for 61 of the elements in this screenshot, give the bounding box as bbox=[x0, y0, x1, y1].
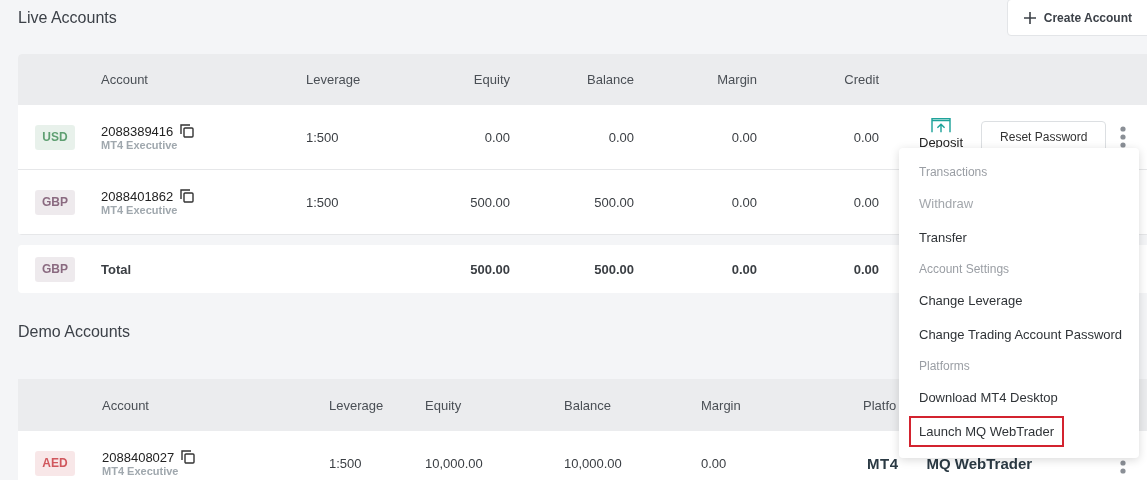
column-header: Equity bbox=[473, 72, 510, 87]
deposit-button[interactable]: Deposit bbox=[919, 116, 964, 150]
currency-badge: GBP bbox=[35, 256, 75, 282]
column-header: Margin bbox=[701, 397, 741, 413]
account-type: MT4 Executive bbox=[102, 464, 180, 477]
table-cell-text: 500.00 bbox=[593, 194, 634, 210]
webtrader-link[interactable]: MQ WebTrader bbox=[926, 454, 1033, 472]
table-cell-text: 1:500 bbox=[329, 455, 363, 471]
column-header: Credit bbox=[844, 72, 879, 87]
currency-badge: AED bbox=[35, 450, 75, 476]
menu-group-label: Platforms bbox=[919, 358, 970, 373]
section-title: Demo Accounts bbox=[18, 323, 131, 341]
table-cell-text: 0.00 bbox=[852, 261, 879, 277]
column-header: Account bbox=[102, 397, 149, 413]
total-label: Total bbox=[101, 261, 133, 277]
table-cell-text: 0.00 bbox=[852, 129, 879, 145]
table-cell-text: 0.00 bbox=[607, 129, 634, 145]
section-title: Live Accounts bbox=[18, 9, 117, 27]
menu-item[interactable]: Change Leverage bbox=[909, 284, 1033, 316]
upload-icon bbox=[930, 116, 953, 135]
account-type: MT4 Executive bbox=[101, 203, 179, 216]
menu-group-label: Transactions bbox=[919, 164, 988, 179]
account-number: 2088389416 bbox=[101, 123, 174, 139]
column-header: Balance bbox=[587, 72, 634, 87]
currency-badge: USD bbox=[35, 124, 75, 150]
table-cell-text: 1:500 bbox=[306, 194, 340, 210]
column-header: Platfo bbox=[863, 397, 897, 413]
table-cell-text: 0.00 bbox=[730, 129, 757, 145]
plus-icon bbox=[1023, 11, 1036, 24]
table-cell-text: 0.00 bbox=[852, 194, 879, 210]
copy-icon[interactable] bbox=[181, 450, 196, 464]
table-cell-text: 500.00 bbox=[593, 261, 634, 277]
column-header: Leverage bbox=[306, 72, 361, 87]
menu-group-label: Account Settings bbox=[919, 261, 1010, 276]
table-cell-text: 1:500 bbox=[306, 129, 340, 145]
more-icon[interactable] bbox=[1120, 126, 1127, 148]
table-cell-text: 10,000.00 bbox=[425, 455, 484, 471]
menu-item[interactable]: Transfer bbox=[909, 221, 977, 253]
table-cell-text: 500.00 bbox=[469, 194, 510, 210]
copy-icon[interactable] bbox=[180, 189, 195, 203]
column-header: Account bbox=[101, 72, 148, 87]
table-cell-text: 0.00 bbox=[730, 194, 757, 210]
table-cell-text: 0.00 bbox=[701, 455, 728, 471]
copy-icon[interactable] bbox=[180, 124, 195, 138]
create-account-button[interactable]: Create Account bbox=[1006, 0, 1147, 36]
menu-item[interactable]: Change Trading Account Password bbox=[909, 318, 1133, 350]
column-header: Balance bbox=[564, 397, 611, 413]
table-cell-text: 10,000.00 bbox=[564, 455, 623, 471]
menu-item[interactable]: Download MT4 Desktop bbox=[909, 381, 1068, 413]
column-header: Margin bbox=[717, 72, 757, 87]
account-number: 2088408027 bbox=[102, 449, 175, 465]
column-header: Equity bbox=[425, 397, 462, 413]
table-cell-text: 0.00 bbox=[730, 261, 757, 277]
column-header: Leverage bbox=[329, 397, 384, 413]
account-number: 2088401862 bbox=[101, 188, 174, 204]
currency-badge: GBP bbox=[35, 189, 75, 215]
table-cell-text: 0.00 bbox=[483, 129, 510, 145]
account-type: MT4 Executive bbox=[101, 138, 179, 151]
table-cell-text: 500.00 bbox=[469, 261, 510, 277]
menu-item[interactable]: Launch MQ WebTrader bbox=[909, 415, 1065, 447]
platform-logo: MT4 bbox=[867, 454, 899, 472]
